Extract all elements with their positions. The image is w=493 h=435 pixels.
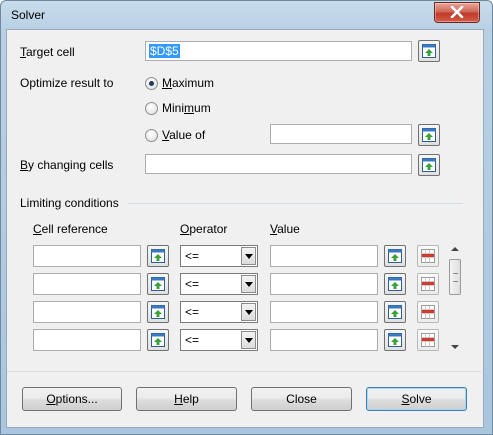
minimum-radio[interactable] [145,102,158,115]
shrink-ref-icon [151,249,165,263]
shrink-ref-icon [422,128,436,142]
value-of-label: Value of [162,128,206,142]
maximum-radio[interactable] [145,77,158,90]
shrink-ref-icon [388,333,402,347]
chevron-down-icon[interactable] [241,331,256,349]
condition-value-input[interactable] [270,329,378,351]
condition-value-shrink-button[interactable] [384,329,406,351]
title-bar[interactable]: Solver [1,1,492,29]
operator-select[interactable]: <= [180,273,258,295]
condition-value-shrink-button[interactable] [384,245,406,267]
changing-cells-input[interactable] [145,154,412,174]
scroll-thumb[interactable] [449,259,461,295]
limiting-separator [128,203,463,204]
condition-value-input[interactable] [270,245,378,267]
window-close-button[interactable] [434,2,480,23]
condition-cell-input[interactable] [33,273,141,295]
maximum-label: Maximum [162,76,215,90]
changing-cells-label: By changing cells [20,158,114,172]
shrink-ref-icon [151,333,165,347]
limiting-conditions-label: Limiting conditions [20,196,119,210]
shrink-ref-icon [388,305,402,319]
value-of-shrink-button[interactable] [418,124,440,146]
value-of-input[interactable] [270,124,412,144]
condition-cell-input[interactable] [33,301,141,323]
shrink-ref-icon [388,277,402,291]
condition-cell-input[interactable] [33,329,141,351]
chevron-down-icon[interactable] [241,247,256,265]
condition-cell-shrink-button[interactable] [147,273,169,295]
delete-condition-icon [421,305,435,319]
chevron-down-icon[interactable] [241,303,256,321]
delete-condition-icon [421,277,435,291]
condition-value-shrink-button[interactable] [384,301,406,323]
shrink-ref-icon [422,44,436,58]
help-button[interactable]: Help [136,387,237,411]
close-icon [450,6,464,18]
target-cell-label: Target cell [20,45,75,59]
shrink-ref-icon [388,249,402,263]
operator-select[interactable]: <= [180,245,258,267]
scroll-down-arrow-icon[interactable] [451,345,459,349]
value-header: Value [270,222,300,236]
condition-value-input[interactable] [270,301,378,323]
shrink-ref-icon [151,277,165,291]
scroll-up-arrow-icon[interactable] [451,247,459,251]
cell-reference-header: Cell reference [33,222,108,236]
shrink-ref-icon [422,158,436,172]
value-of-radio[interactable] [145,129,158,142]
conditions-scrollbar[interactable] [447,243,463,353]
condition-cell-shrink-button[interactable] [147,245,169,267]
remove-condition-button[interactable] [417,301,439,323]
changing-cells-shrink-button[interactable] [418,154,440,176]
window-title: Solver [11,8,46,22]
condition-value-shrink-button[interactable] [384,273,406,295]
condition-cell-shrink-button[interactable] [147,301,169,323]
optimize-label: Optimize result to [20,76,114,90]
remove-condition-button[interactable] [417,273,439,295]
delete-condition-icon [421,249,435,263]
button-separator [7,371,481,372]
delete-condition-icon [421,333,435,347]
target-cell-shrink-button[interactable] [418,40,440,62]
remove-condition-button[interactable] [417,245,439,267]
target-cell-input[interactable]: $D$5 [145,41,412,61]
operator-header: Operator [180,222,228,236]
remove-condition-button[interactable] [417,329,439,351]
minimum-label: Minimum [162,101,211,115]
options-button[interactable]: Options... [22,387,122,411]
operator-select[interactable]: <= [180,329,258,351]
operator-select[interactable]: <= [180,301,258,323]
chevron-down-icon[interactable] [241,275,256,293]
condition-value-input[interactable] [270,273,378,295]
solve-button[interactable]: Solve [366,387,467,411]
shrink-ref-icon [151,305,165,319]
close-button[interactable]: Close [251,387,352,411]
condition-cell-shrink-button[interactable] [147,329,169,351]
condition-cell-input[interactable] [33,245,141,267]
